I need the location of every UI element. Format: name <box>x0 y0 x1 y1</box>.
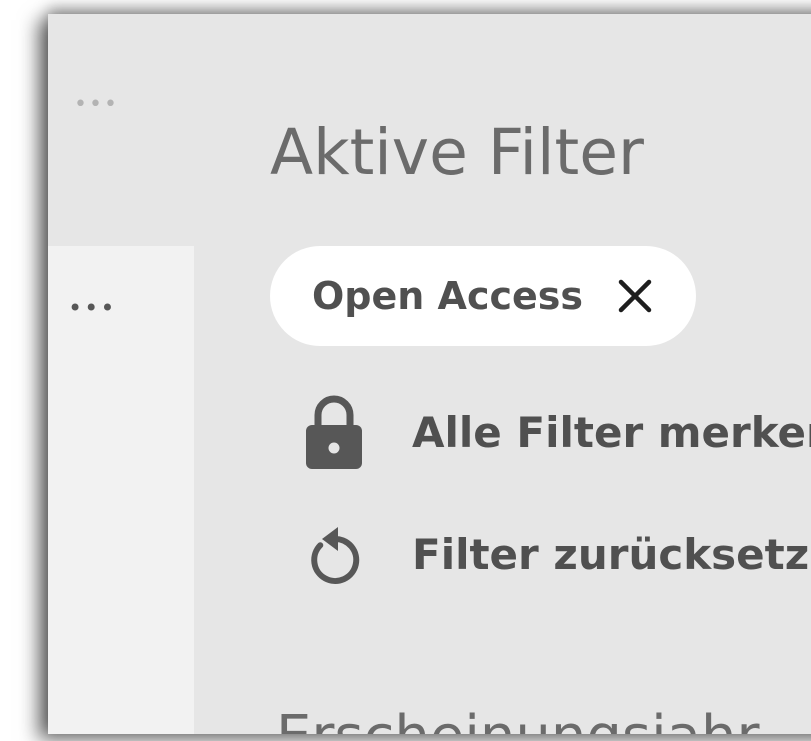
filter-panel: ••• ••• Aktive Filter Open Access Alle F… <box>48 14 811 734</box>
active-filters-title: Aktive Filter <box>270 116 644 189</box>
screen: ••• ••• Aktive Filter Open Access Alle F… <box>0 0 811 741</box>
more-options-icon[interactable]: ••• <box>68 296 116 320</box>
reset-filters-label: Filter zurücksetz <box>412 529 810 579</box>
close-icon[interactable] <box>615 276 655 316</box>
side-column: ••• <box>48 246 194 734</box>
more-options-icon-top[interactable]: ••• <box>74 94 119 116</box>
filter-chip-open-access[interactable]: Open Access <box>270 246 696 346</box>
filter-chip-label: Open Access <box>312 274 584 318</box>
save-all-filters-button[interactable]: Alle Filter merker <box>302 392 811 472</box>
next-section-heading: Erscheinungsjahr <box>276 704 759 734</box>
reset-filters-button[interactable]: Filter zurücksetz <box>302 514 809 594</box>
reset-icon <box>302 514 366 594</box>
active-filters-section: Aktive Filter Open Access Alle Filter me… <box>270 14 811 734</box>
lock-icon <box>302 392 366 472</box>
save-all-filters-label: Alle Filter merker <box>412 407 811 457</box>
